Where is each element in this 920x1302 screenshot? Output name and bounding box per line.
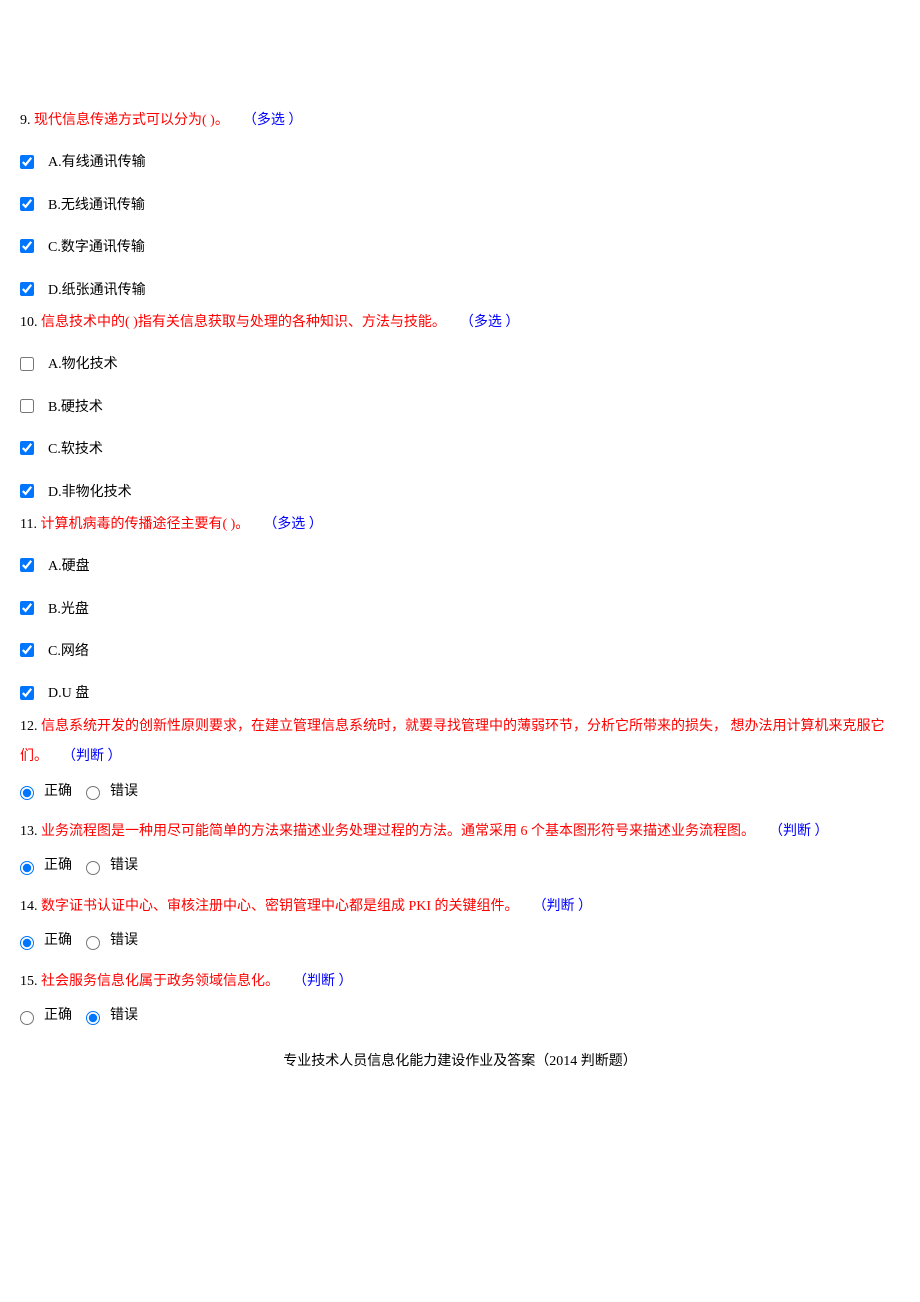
question-type-tag: （判断 ）	[769, 824, 829, 839]
question-type-tag: （多选 ）	[243, 113, 303, 128]
question-10: 10. 信息技术中的( )指有关信息获取与处理的各种知识、方法与技能。 （多选 …	[20, 312, 900, 334]
option-row-a: A.硬盘	[20, 556, 900, 578]
false-label: 错误	[110, 855, 138, 877]
question-text: 计算机病毒的传播途径主要有( )。	[40, 517, 249, 532]
question-number: 15.	[20, 974, 38, 989]
true-false-row: 正确 错误	[20, 781, 900, 803]
question-type-tag: （多选 ）	[263, 517, 323, 532]
question-number: 12.	[20, 719, 38, 734]
false-label: 错误	[110, 781, 138, 803]
option-row-d: D.U 盘	[20, 683, 900, 705]
question-11: 11. 计算机病毒的传播途径主要有( )。 （多选 ）	[20, 514, 900, 536]
option-row-a: A.有线通讯传输	[20, 152, 900, 174]
option-label: C.软技术	[48, 439, 103, 461]
question-9: 9. 现代信息传递方式可以分为( )。 （多选 ）	[20, 110, 900, 132]
checkbox-option-b[interactable]	[20, 601, 34, 615]
true-label: 正确	[44, 855, 72, 877]
checkbox-option-d[interactable]	[20, 686, 34, 700]
radio-true[interactable]	[20, 1011, 34, 1025]
option-row-a: A.物化技术	[20, 354, 900, 376]
option-label: B.硬技术	[48, 397, 103, 419]
option-label: A.硬盘	[48, 556, 90, 578]
question-text: 数字证书认证中心、审核注册中心、密钥管理中心都是组成 PKI 的关键组件。	[41, 899, 519, 914]
question-text: 现代信息传递方式可以分为( )。	[34, 113, 229, 128]
question-13: 13. 业务流程图是一种用尽可能简单的方法来描述业务处理过程的方法。通常采用 6…	[20, 821, 900, 843]
question-text: 社会服务信息化属于政务领域信息化。	[41, 974, 279, 989]
question-text: 信息技术中的( )指有关信息获取与处理的各种知识、方法与技能。	[41, 315, 446, 330]
question-type-tag: （判断 ）	[293, 974, 353, 989]
question-type-tag: （多选 ）	[460, 315, 520, 330]
option-label: C.数字通讯传输	[48, 237, 145, 259]
option-row-b: B.光盘	[20, 599, 900, 621]
question-text-cont: 们。	[20, 749, 48, 764]
radio-true[interactable]	[20, 786, 34, 800]
option-row-c: C.网络	[20, 641, 900, 663]
question-type-tag: （判断 ）	[62, 749, 122, 764]
option-label: C.网络	[48, 641, 89, 663]
option-label: A.物化技术	[48, 354, 118, 376]
false-label: 错误	[110, 930, 138, 952]
question-number: 10.	[20, 315, 38, 330]
question-14: 14. 数字证书认证中心、审核注册中心、密钥管理中心都是组成 PKI 的关键组件…	[20, 896, 900, 918]
radio-false[interactable]	[86, 861, 100, 875]
option-row-c: C.软技术	[20, 439, 900, 461]
option-label: B.光盘	[48, 599, 89, 621]
checkbox-option-c[interactable]	[20, 643, 34, 657]
question-number: 13.	[20, 824, 38, 839]
option-label: D.纸张通讯传输	[48, 280, 146, 302]
true-label: 正确	[44, 930, 72, 952]
radio-false[interactable]	[86, 936, 100, 950]
question-number: 11.	[20, 517, 37, 532]
true-false-row: 正确 错误	[20, 855, 900, 877]
true-label: 正确	[44, 781, 72, 803]
option-label: B.无线通讯传输	[48, 195, 145, 217]
footer-title: 专业技术人员信息化能力建设作业及答案（2014 判断题）	[20, 1051, 900, 1073]
option-row-d: D.非物化技术	[20, 482, 900, 504]
option-row-b: B.硬技术	[20, 397, 900, 419]
true-false-row: 正确 错误	[20, 1005, 900, 1027]
checkbox-option-a[interactable]	[20, 155, 34, 169]
checkbox-option-c[interactable]	[20, 239, 34, 253]
question-number: 9.	[20, 113, 31, 128]
option-row-b: B.无线通讯传输	[20, 195, 900, 217]
checkbox-option-b[interactable]	[20, 399, 34, 413]
question-12-line2: 们。 （判断 ）	[20, 746, 900, 768]
option-row-c: C.数字通讯传输	[20, 237, 900, 259]
checkbox-option-a[interactable]	[20, 357, 34, 371]
option-label: A.有线通讯传输	[48, 152, 146, 174]
radio-false[interactable]	[86, 786, 100, 800]
checkbox-option-d[interactable]	[20, 484, 34, 498]
option-row-d: D.纸张通讯传输	[20, 280, 900, 302]
question-12: 12. 信息系统开发的创新性原则要求，在建立管理信息系统时，就要寻找管理中的薄弱…	[20, 716, 900, 738]
question-text: 信息系统开发的创新性原则要求，在建立管理信息系统时，就要寻找管理中的薄弱环节，分…	[41, 719, 885, 734]
question-15: 15. 社会服务信息化属于政务领域信息化。 （判断 ）	[20, 971, 900, 993]
true-false-row: 正确 错误	[20, 930, 900, 952]
checkbox-option-c[interactable]	[20, 441, 34, 455]
question-type-tag: （判断 ）	[533, 899, 593, 914]
false-label: 错误	[110, 1005, 138, 1027]
true-label: 正确	[44, 1005, 72, 1027]
question-number: 14.	[20, 899, 38, 914]
radio-true[interactable]	[20, 936, 34, 950]
checkbox-option-a[interactable]	[20, 558, 34, 572]
option-label: D.U 盘	[48, 683, 89, 705]
question-text: 业务流程图是一种用尽可能简单的方法来描述业务处理过程的方法。通常采用 6 个基本…	[41, 824, 755, 839]
radio-true[interactable]	[20, 861, 34, 875]
checkbox-option-b[interactable]	[20, 197, 34, 211]
option-label: D.非物化技术	[48, 482, 132, 504]
checkbox-option-d[interactable]	[20, 282, 34, 296]
radio-false[interactable]	[86, 1011, 100, 1025]
